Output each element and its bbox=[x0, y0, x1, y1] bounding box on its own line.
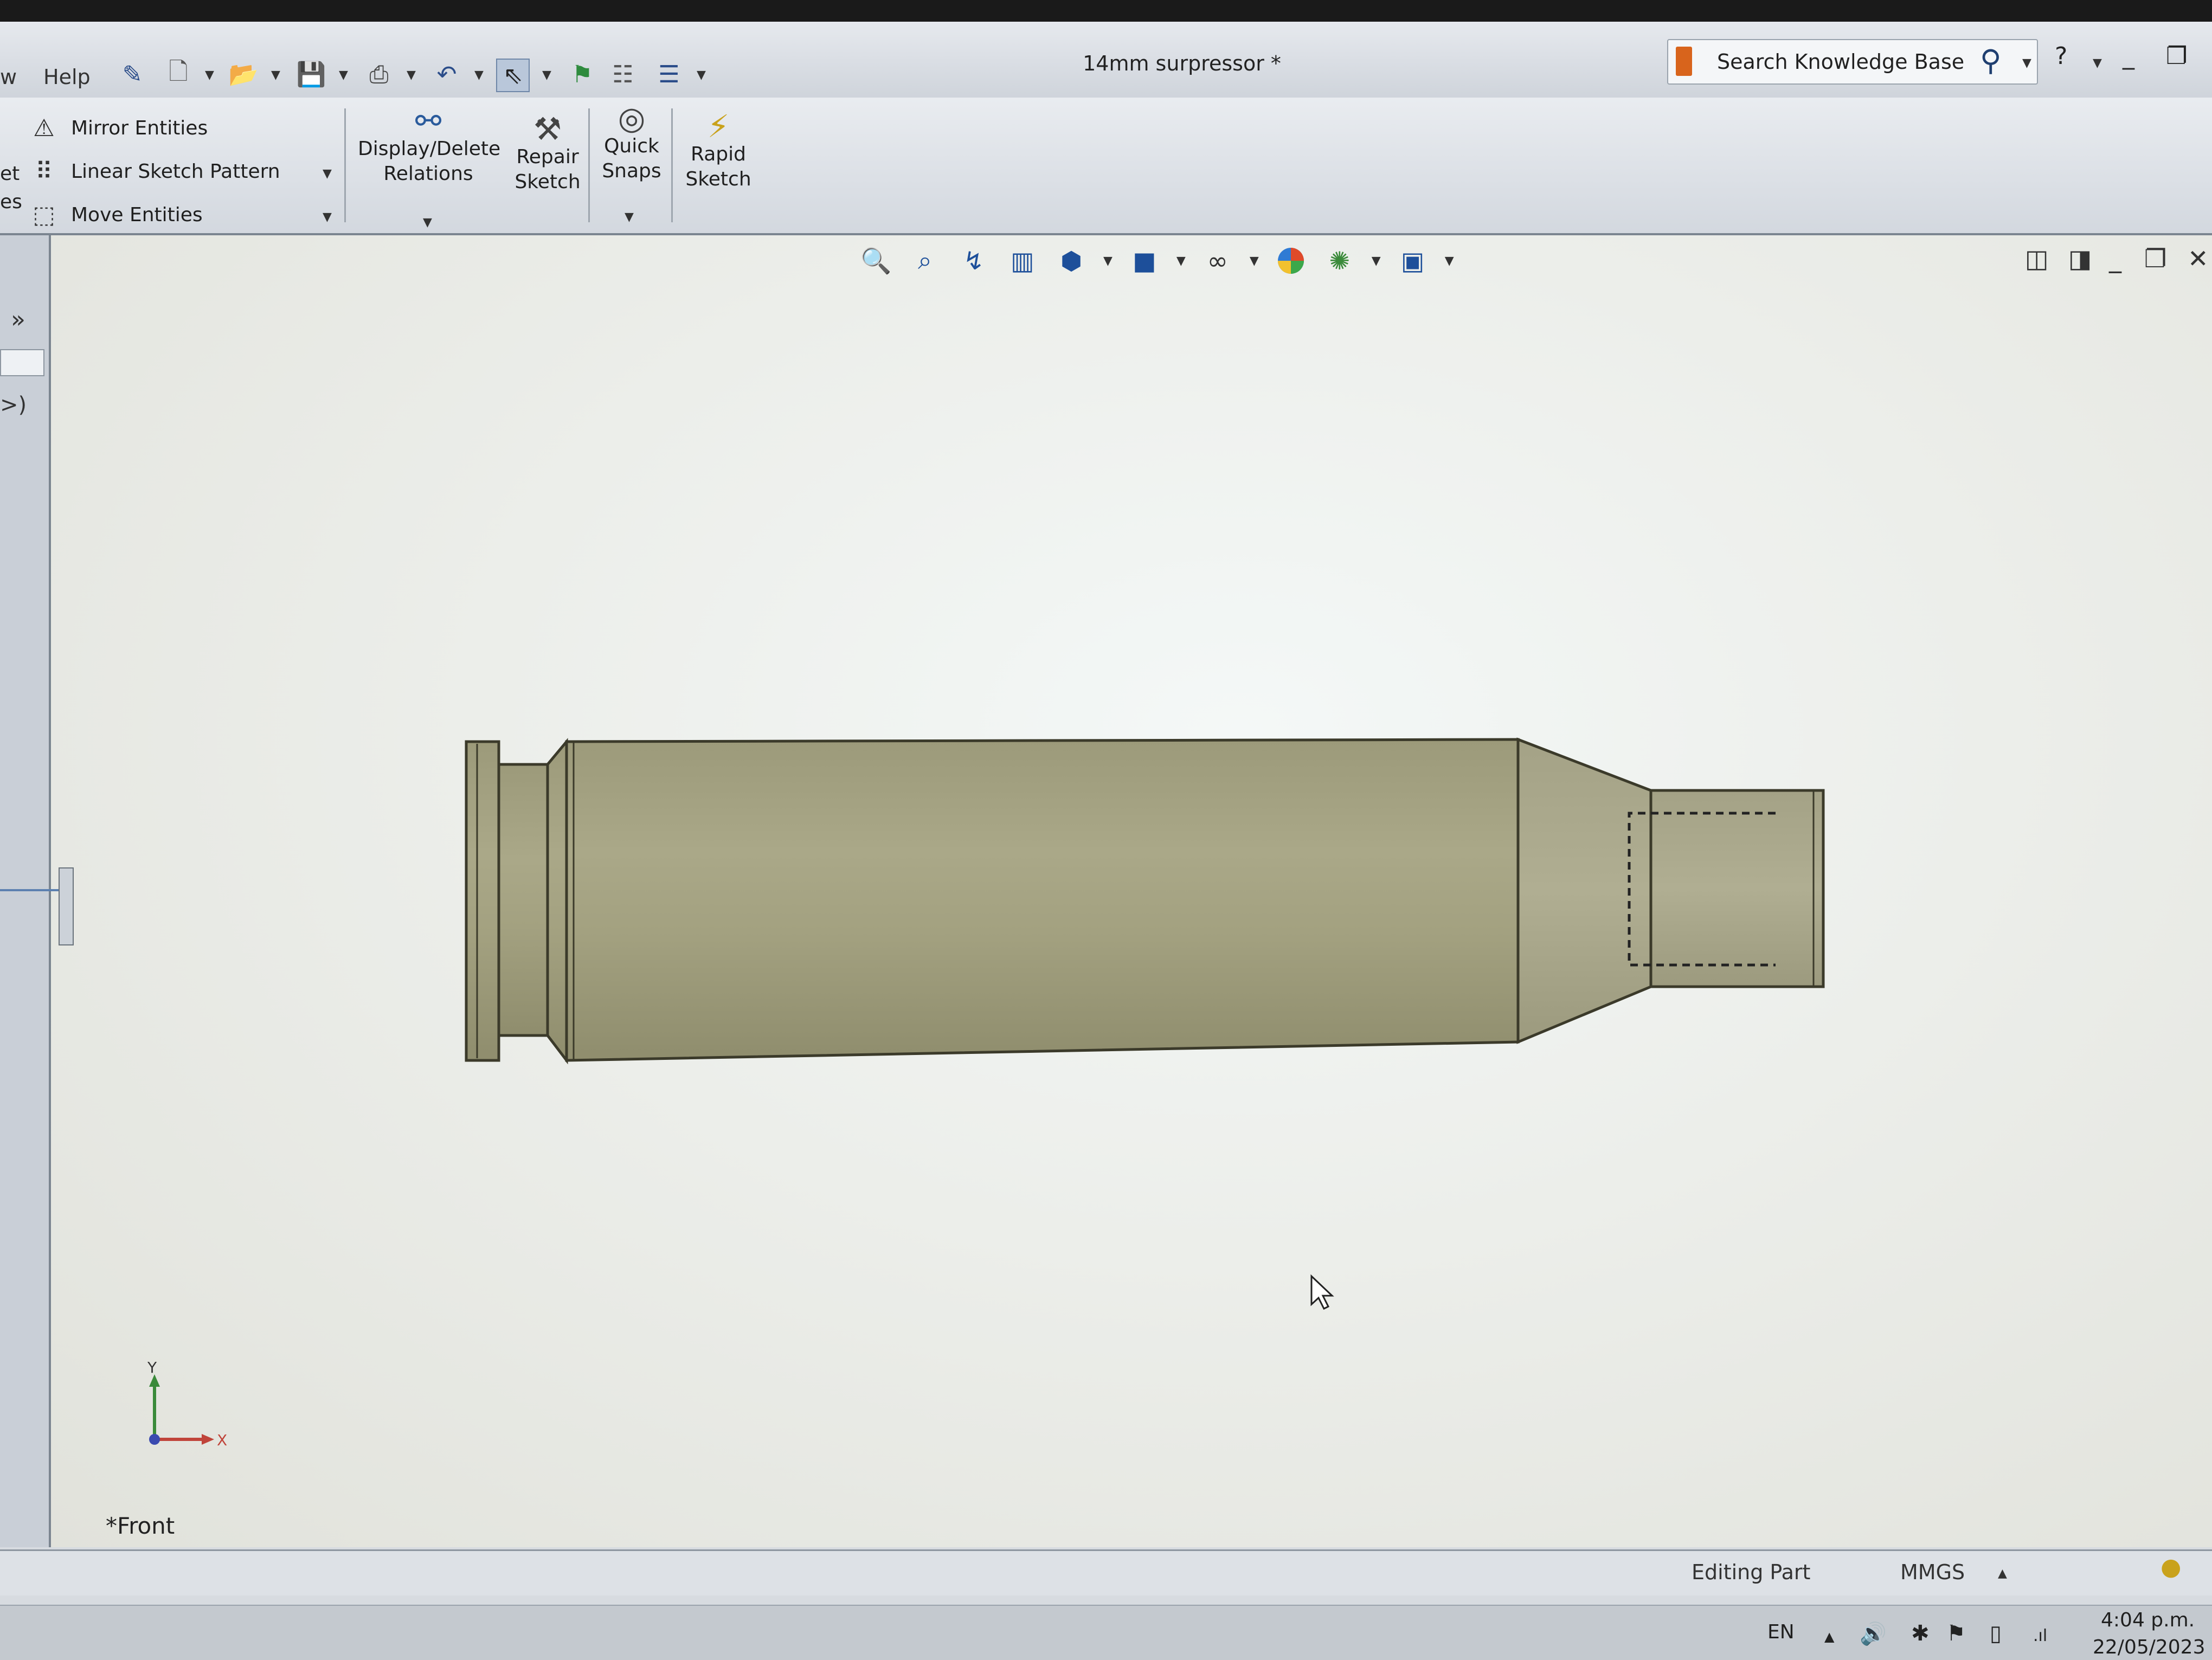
part-model-front-view[interactable] bbox=[0, 0, 2212, 1659]
rim-flange bbox=[465, 740, 500, 1062]
units-dropdown-icon[interactable]: ▲ bbox=[1998, 1567, 2007, 1580]
neck bbox=[1649, 789, 1825, 988]
clock-date[interactable]: 22/05/2023 bbox=[2093, 1636, 2205, 1658]
shoulder-cone bbox=[1516, 737, 1652, 1044]
tray-expand-icon[interactable]: ▲ bbox=[1824, 1629, 1834, 1644]
mouse-cursor-icon bbox=[1310, 1274, 1334, 1310]
flag-icon[interactable]: ⚑ bbox=[1946, 1621, 1966, 1646]
volume-icon[interactable]: 🔊 bbox=[1860, 1621, 1887, 1646]
reference-triad: Y X bbox=[147, 1361, 227, 1449]
language-indicator[interactable]: EN bbox=[1767, 1621, 1795, 1643]
tag-icon[interactable]: ● bbox=[2160, 1553, 2181, 1581]
signal-icon[interactable]: .ıl bbox=[2033, 1626, 2047, 1645]
clock-time[interactable]: 4:04 p.m. bbox=[2101, 1609, 2195, 1631]
triad-x-label: X bbox=[217, 1431, 227, 1449]
status-bar bbox=[0, 1549, 2212, 1595]
units-selector[interactable]: MMGS bbox=[1900, 1560, 1965, 1584]
battery-icon[interactable]: ▯ bbox=[1990, 1621, 2002, 1646]
status-mode: Editing Part bbox=[1692, 1560, 1811, 1584]
view-name-label: *Front bbox=[106, 1513, 175, 1539]
groove-transition bbox=[546, 738, 568, 1065]
triad-y-label: Y bbox=[147, 1361, 157, 1376]
main-body bbox=[565, 738, 1520, 1062]
bluetooth-icon[interactable]: ✱ bbox=[1911, 1621, 1930, 1646]
extractor-groove bbox=[497, 763, 549, 1037]
